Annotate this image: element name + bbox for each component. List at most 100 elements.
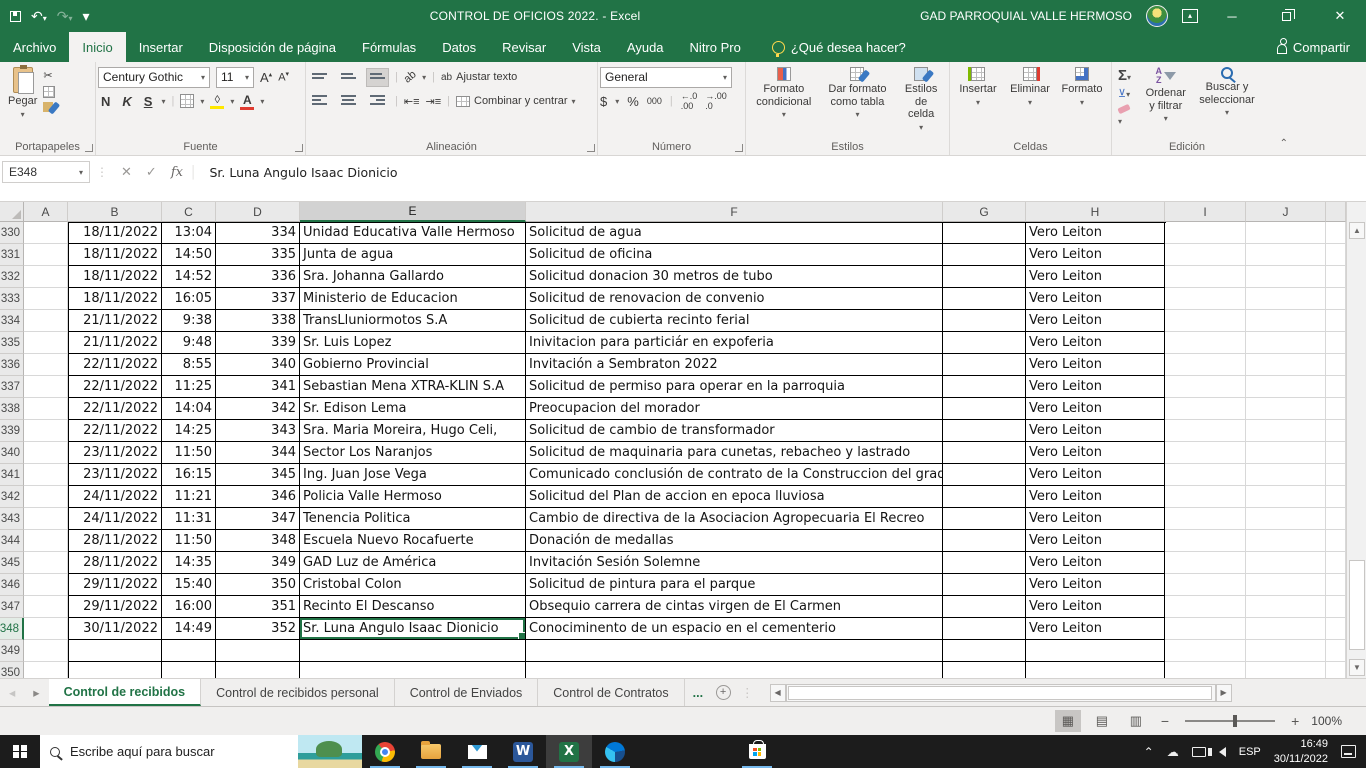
cell-H337[interactable]: Vero Leiton: [1026, 376, 1165, 398]
fill-color-icon[interactable]: ◊: [210, 94, 224, 109]
cell-K341[interactable]: [1326, 464, 1346, 486]
cell-F349[interactable]: [526, 640, 943, 662]
font-name-select[interactable]: Century Gothic▾: [98, 67, 210, 88]
insert-cells-button[interactable]: Insertar▾: [952, 65, 1004, 139]
cell-H334[interactable]: Vero Leiton: [1026, 310, 1165, 332]
zoom-slider[interactable]: [1185, 720, 1275, 722]
cell-E347[interactable]: Recinto El Descanso: [300, 596, 526, 618]
cell-H348[interactable]: Vero Leiton: [1026, 618, 1165, 640]
cell-J332[interactable]: [1246, 266, 1326, 288]
restore-button[interactable]: [1266, 0, 1306, 32]
cell-F343[interactable]: Cambio de directiva de la Asociacion Agr…: [526, 508, 943, 530]
zoom-level[interactable]: 100%: [1311, 714, 1342, 728]
cell-H347[interactable]: Vero Leiton: [1026, 596, 1165, 618]
tab-datos[interactable]: Datos: [429, 32, 489, 62]
scroll-left-icon[interactable]: ◀: [770, 684, 786, 702]
cell-G347[interactable]: [943, 596, 1026, 618]
cell-C343[interactable]: 11:31: [162, 508, 216, 530]
search-highlight-image[interactable]: [298, 735, 362, 768]
orientation-icon[interactable]: ab: [401, 68, 418, 85]
row-header-334[interactable]: 334: [0, 310, 24, 332]
cell-E337[interactable]: Sebastian Mena XTRA-KLIN S.A: [300, 376, 526, 398]
sheet-tab-control-de-contratos[interactable]: Control de Contratos: [538, 679, 684, 706]
cell-G333[interactable]: [943, 288, 1026, 310]
cell-G330[interactable]: [943, 222, 1026, 244]
cancel-icon[interactable]: ✕: [114, 164, 139, 180]
cell-G340[interactable]: [943, 442, 1026, 464]
font-size-select[interactable]: 11▾: [216, 67, 254, 88]
cell-E336[interactable]: Gobierno Provincial: [300, 354, 526, 376]
align-top-icon[interactable]: [308, 68, 331, 87]
column-header-I[interactable]: I: [1165, 202, 1246, 222]
customize-qat-icon[interactable]: ▾: [83, 9, 90, 23]
cell-F340[interactable]: Solicitud de maquinaria para cunetas, re…: [526, 442, 943, 464]
align-right-icon[interactable]: [366, 90, 389, 113]
formula-input[interactable]: Sr. Luna Angulo Isaac Dionicio: [197, 165, 397, 180]
cell-I337[interactable]: [1165, 376, 1246, 398]
cell-C334[interactable]: 9:38: [162, 310, 216, 332]
cell-D340[interactable]: 344: [216, 442, 300, 464]
number-dialog-launcher[interactable]: [735, 144, 743, 152]
cell-J340[interactable]: [1246, 442, 1326, 464]
cell-D334[interactable]: 338: [216, 310, 300, 332]
cell-D345[interactable]: 349: [216, 552, 300, 574]
row-header-339[interactable]: 339: [0, 420, 24, 442]
cell-I332[interactable]: [1165, 266, 1246, 288]
cell-J342[interactable]: [1246, 486, 1326, 508]
cell-K347[interactable]: [1326, 596, 1346, 618]
cell-B334[interactable]: 21/11/2022: [68, 310, 162, 332]
taskbar-mail-icon[interactable]: [454, 735, 500, 768]
name-box[interactable]: E348▾: [2, 161, 90, 183]
cell-H336[interactable]: Vero Leiton: [1026, 354, 1165, 376]
clipboard-dialog-launcher[interactable]: [85, 144, 93, 152]
wrap-text-button[interactable]: ab Ajustar texto: [441, 71, 517, 83]
row-header-343[interactable]: 343: [0, 508, 24, 530]
cell-I349[interactable]: [1165, 640, 1246, 662]
cell-C348[interactable]: 14:49: [162, 618, 216, 640]
cell-J345[interactable]: [1246, 552, 1326, 574]
column-header-C[interactable]: C: [162, 202, 216, 222]
cell-styles-button[interactable]: Estilos de celda▾: [895, 65, 947, 139]
cell-K330[interactable]: [1326, 222, 1346, 244]
tab-formulas[interactable]: Fórmulas: [349, 32, 429, 62]
row-header-345[interactable]: 345: [0, 552, 24, 574]
cell-G341[interactable]: [943, 464, 1026, 486]
cell-C344[interactable]: 11:50: [162, 530, 216, 552]
cell-K335[interactable]: [1326, 332, 1346, 354]
column-header-H[interactable]: H: [1026, 202, 1165, 222]
cell-F338[interactable]: Preocupacion del morador: [526, 398, 943, 420]
cell-H346[interactable]: Vero Leiton: [1026, 574, 1165, 596]
column-header-D[interactable]: D: [216, 202, 300, 222]
vertical-scroll-thumb[interactable]: [1349, 560, 1365, 650]
borders-icon[interactable]: [180, 94, 194, 108]
cell-G346[interactable]: [943, 574, 1026, 596]
cell-J348[interactable]: [1246, 618, 1326, 640]
clock[interactable]: 16:49 30/11/2022: [1274, 737, 1328, 766]
tab-nitro-pro[interactable]: Nitro Pro: [677, 32, 754, 62]
cell-C336[interactable]: 8:55: [162, 354, 216, 376]
cell-D336[interactable]: 340: [216, 354, 300, 376]
cell-H349[interactable]: [1026, 640, 1165, 662]
cell-K343[interactable]: [1326, 508, 1346, 530]
row-header-348[interactable]: 348: [0, 618, 24, 640]
cell-A343[interactable]: [24, 508, 68, 530]
cell-K350[interactable]: [1326, 662, 1346, 678]
cell-J343[interactable]: [1246, 508, 1326, 530]
scroll-down-icon[interactable]: ▼: [1349, 659, 1365, 676]
grow-font-icon[interactable]: A▴: [260, 70, 272, 85]
cell-I334[interactable]: [1165, 310, 1246, 332]
taskbar-store-icon[interactable]: [734, 735, 780, 768]
cell-E331[interactable]: Junta de agua: [300, 244, 526, 266]
cell-F341[interactable]: Comunicado conclusión de contrato de la …: [526, 464, 943, 486]
row-header-330[interactable]: 330: [0, 222, 24, 244]
find-select-button[interactable]: Buscar y seleccionar▾: [1194, 65, 1260, 139]
row-header-346[interactable]: 346: [0, 574, 24, 596]
increase-indent-icon[interactable]: ⇥≡: [426, 95, 442, 108]
sheet-nav-right-icon[interactable]: ▸: [24, 679, 48, 706]
cell-E344[interactable]: Escuela Nuevo Rocafuerte: [300, 530, 526, 552]
normal-view-icon[interactable]: ▦: [1055, 710, 1081, 732]
onedrive-icon[interactable]: ☁: [1167, 745, 1179, 759]
column-header-G[interactable]: G: [943, 202, 1026, 222]
cell-B349[interactable]: [68, 640, 162, 662]
align-middle-icon[interactable]: [337, 68, 360, 87]
